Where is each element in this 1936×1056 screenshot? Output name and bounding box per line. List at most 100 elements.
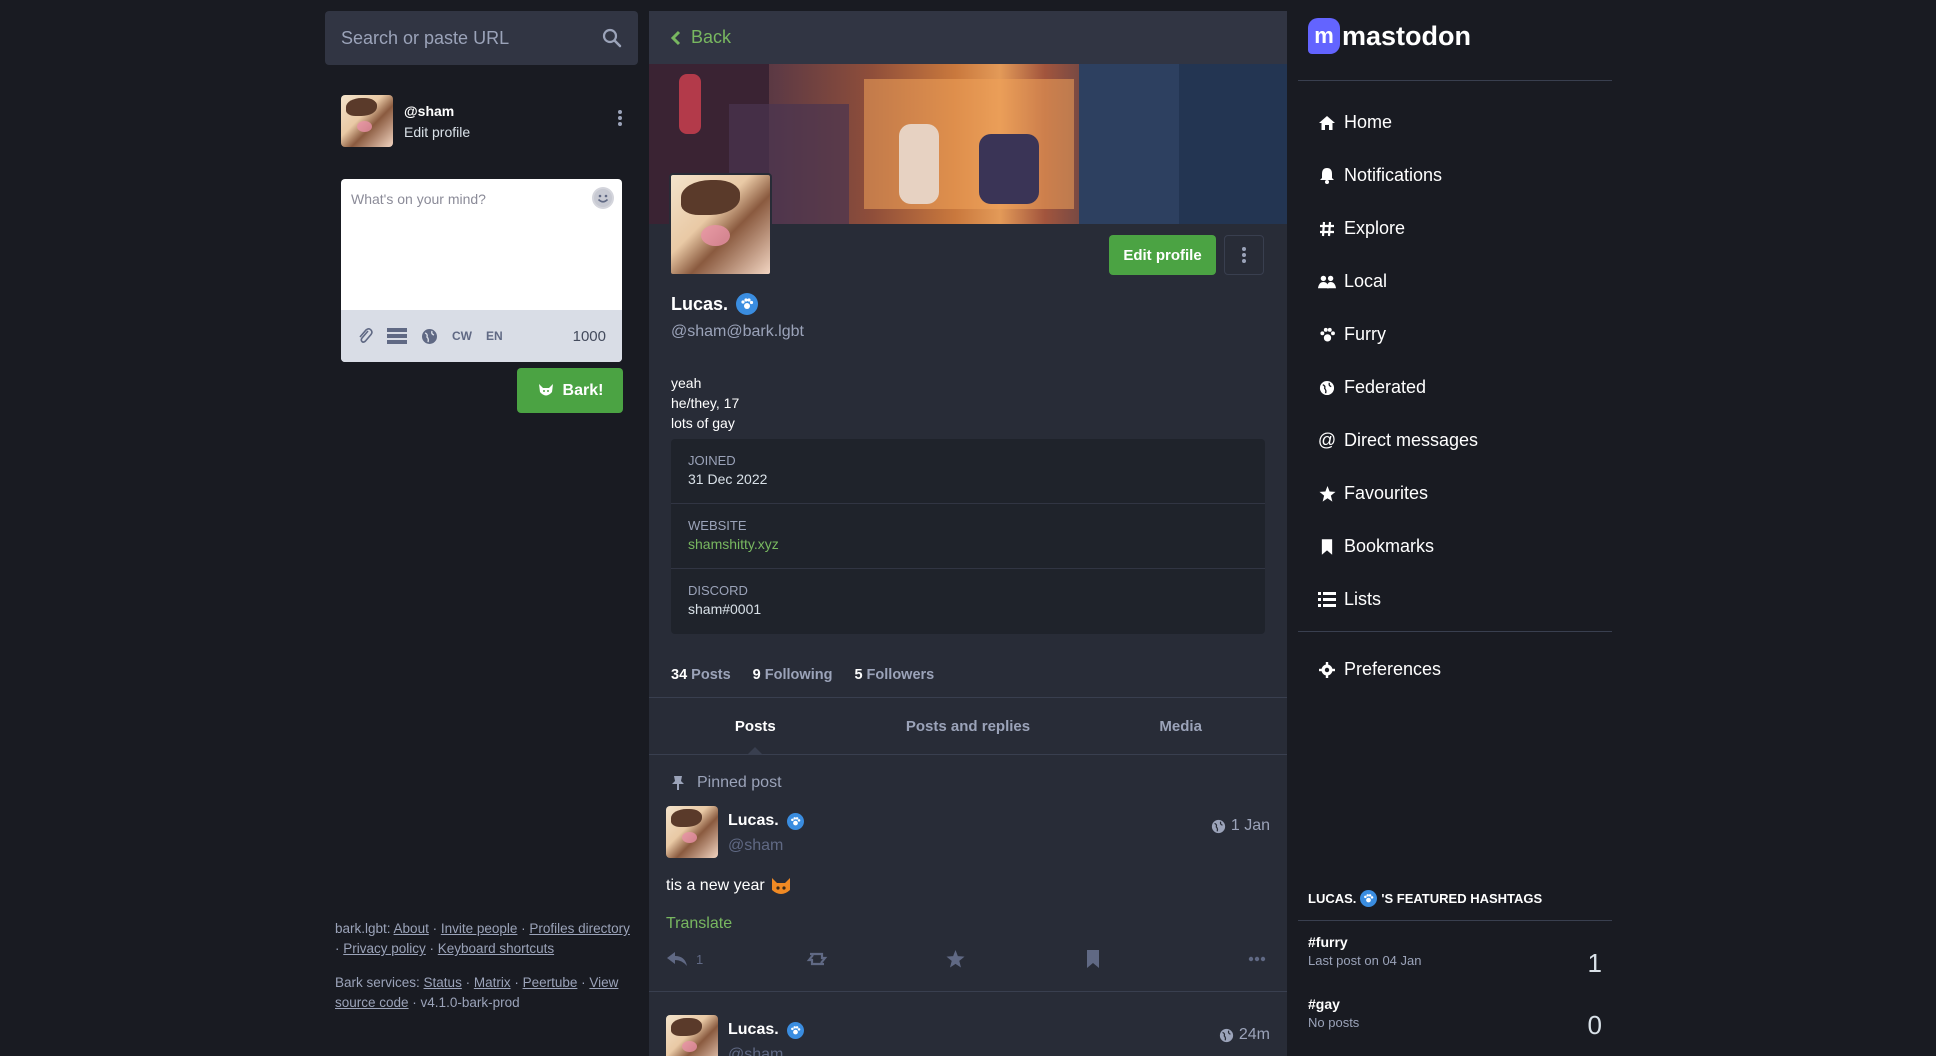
favourite-button[interactable] [946, 950, 1086, 968]
bookmark-button[interactable] [1086, 950, 1226, 968]
cat-emoji-icon [769, 874, 793, 898]
globe-icon [1211, 819, 1226, 834]
posts-count-link[interactable]: 34 Posts [671, 667, 731, 683]
avatar[interactable] [666, 806, 718, 858]
footer-link-matrix[interactable]: Matrix [474, 975, 511, 990]
globe-icon[interactable] [421, 328, 438, 345]
bio-line: yeah [671, 375, 702, 391]
search-icon[interactable] [602, 28, 622, 48]
nav-item-preferences[interactable]: Preferences [1318, 643, 1441, 696]
hashtag-name[interactable]: #furry [1308, 934, 1602, 950]
nav-item-lists[interactable]: Lists [1318, 573, 1478, 626]
featured-hashtag[interactable]: #furry Last post on 04 Jan 1 [1308, 934, 1602, 986]
nav-item-favourites[interactable]: Favourites [1318, 467, 1478, 520]
profile-field-website: WEBSITE shamshitty.xyz [671, 504, 1265, 569]
bell-icon [1318, 167, 1336, 184]
publish-button[interactable]: Bark! [517, 368, 623, 413]
footer-link-peertube[interactable]: Peertube [523, 975, 578, 990]
pinned-label: Pinned post [697, 774, 782, 791]
nav-item-furry[interactable]: Furry [1318, 308, 1478, 361]
nav-item-label: Local [1344, 271, 1388, 291]
hashtag-last-post: Last post on 04 Jan [1308, 953, 1422, 968]
tab-media[interactable]: Media [1074, 698, 1287, 754]
paw-emoji-icon [1360, 890, 1378, 907]
post-more-button[interactable] [1248, 956, 1266, 962]
retweet-icon [806, 951, 828, 967]
language-button[interactable]: EN [486, 329, 503, 343]
profile-bio: yeah he/they, 17 lots of gay [671, 373, 739, 433]
profile-column: Back Edit profile Lucas. @sham@bark.lgbt… [649, 11, 1287, 1056]
mastodon-logo-icon: m [1308, 18, 1340, 54]
emoji-picker-icon[interactable] [592, 187, 614, 209]
post-handle: @sham [728, 1046, 784, 1056]
main-navigation: Home Notifications Explore Local Furry F… [1318, 96, 1478, 626]
post-timestamp[interactable]: 1 Jan [1211, 817, 1270, 835]
footer-link-status[interactable]: Status [424, 975, 462, 990]
footer-link-privacy[interactable]: Privacy policy [343, 941, 426, 956]
more-vertical-icon[interactable] [617, 108, 623, 128]
nav-item-label: Direct messages [1344, 430, 1479, 450]
back-label: Back [691, 27, 732, 47]
nav-divider [1298, 631, 1612, 632]
post-timestamp[interactable]: 24m [1219, 1026, 1270, 1044]
nav-item-notifications[interactable]: Notifications [1318, 149, 1478, 202]
nav-item-bookmarks[interactable]: Bookmarks [1318, 520, 1478, 573]
globe-icon [1219, 1028, 1234, 1043]
avatar[interactable] [341, 95, 393, 147]
instance-name: bark.lgbt [335, 921, 387, 936]
footer-links: bark.lgbt: About · Invite people · Profi… [335, 921, 630, 1010]
website-link[interactable]: shamshitty.xyz [688, 536, 1248, 552]
status-post[interactable]: Lucas. @sham 1 Jan tis a new year Transl… [649, 806, 1287, 992]
tab-posts[interactable]: Posts [649, 698, 862, 755]
post-content: tis a new year [666, 874, 793, 898]
boost-button[interactable] [806, 951, 946, 967]
back-button[interactable]: Back [649, 11, 1287, 64]
hashtag-name[interactable]: #gay [1308, 996, 1602, 1012]
logo-text: mastodon [1342, 20, 1472, 51]
paperclip-icon[interactable] [357, 327, 373, 345]
compose-textarea[interactable] [341, 179, 622, 299]
post-author[interactable]: Lucas. [728, 1021, 804, 1039]
footer-link-shortcuts[interactable]: Keyboard shortcuts [438, 941, 554, 956]
translate-button[interactable]: Translate [666, 915, 732, 933]
edit-profile-button[interactable]: Edit profile [1109, 235, 1216, 275]
at-sign-icon: @ [1317, 430, 1337, 450]
profile-avatar[interactable] [669, 173, 772, 276]
tab-posts-and-replies[interactable]: Posts and replies [862, 698, 1075, 754]
followers-count-link[interactable]: 5 Followers [854, 667, 934, 683]
reply-button[interactable]: 1 [666, 951, 806, 967]
footer-link-about[interactable]: About [394, 921, 429, 936]
hashtag-last-post: No posts [1308, 1015, 1360, 1030]
edit-profile-link[interactable]: Edit profile [404, 124, 470, 140]
star-icon [946, 950, 965, 968]
post-author[interactable]: Lucas. [728, 812, 804, 830]
wolf-icon [537, 382, 555, 400]
content-warning-button[interactable]: CW [452, 329, 472, 343]
compose-toolbar: CW EN 1000 [341, 310, 622, 362]
avatar[interactable] [666, 1015, 718, 1056]
nav-item-label: Home [1344, 112, 1393, 132]
nav-item-home[interactable]: Home [1318, 96, 1478, 149]
mastodon-logo[interactable]: m mastodon [1308, 18, 1471, 54]
hashtag-count: 0 [1587, 1010, 1602, 1040]
nav-item-explore[interactable]: Explore [1318, 202, 1478, 255]
profile-handle: @sham@bark.lgbt [671, 323, 804, 340]
footer-link-invite[interactable]: Invite people [441, 921, 518, 936]
footer-link-directory[interactable]: Profiles directory [529, 921, 630, 936]
nav-item-label: Explore [1344, 218, 1406, 238]
search-box[interactable] [325, 11, 638, 65]
home-icon [1318, 115, 1336, 131]
nav-item-local[interactable]: Local [1318, 255, 1478, 308]
poll-icon[interactable] [387, 328, 407, 344]
services-label: Bark services [335, 975, 417, 990]
featured-hashtag[interactable]: #gay No posts 0 [1308, 996, 1602, 1048]
following-count-link[interactable]: 9 Following [753, 667, 833, 683]
current-user-handle[interactable]: @sham [404, 103, 470, 119]
search-input[interactable] [341, 27, 581, 49]
users-icon [1318, 274, 1336, 290]
nav-item-federated[interactable]: Federated [1318, 361, 1478, 414]
more-horizontal-icon [1248, 956, 1266, 962]
profile-more-button[interactable] [1224, 235, 1264, 275]
status-post[interactable]: Lucas. @sham 24m [649, 1015, 1287, 1056]
nav-item-direct-messages[interactable]: @ Direct messages [1318, 414, 1478, 467]
